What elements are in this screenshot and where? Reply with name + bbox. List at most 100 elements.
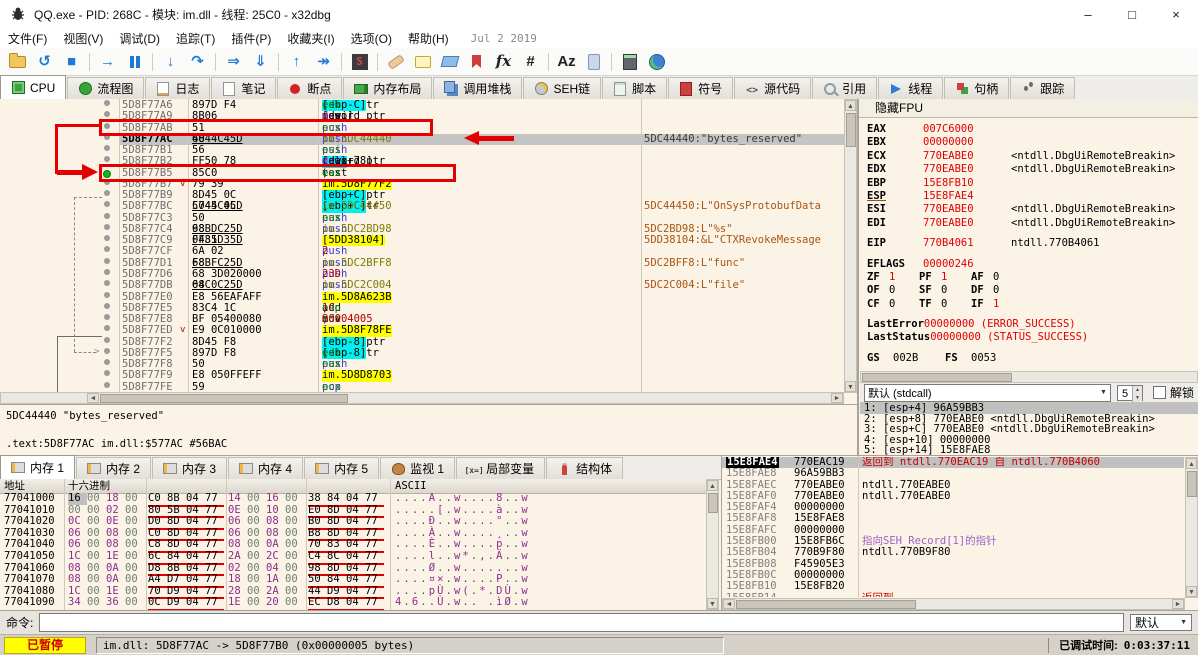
open-file-button[interactable] (5, 50, 30, 74)
tab-memdump-0[interactable]: 内存 1 (0, 455, 76, 479)
row-dot-icon[interactable] (104, 314, 110, 321)
animate-into-button[interactable]: ⇒ (221, 50, 246, 74)
tab-struct-7[interactable]: 结构体 (546, 457, 624, 479)
tab-memdump-1[interactable]: 内存 2 (76, 457, 152, 479)
animate-over-button[interactable]: ⇓ (248, 50, 273, 74)
argument-row[interactable]: 5: [esp+14] 15E8FAE8 (860, 445, 1198, 455)
menu-item[interactable]: 调试(D) (111, 28, 168, 49)
stack-row[interactable]: 15E8FB10 15E8FB20 (722, 580, 1184, 592)
register-row[interactable]: EFLAGS 00000246 (867, 258, 1191, 271)
step-over-button[interactable]: ↷ (185, 50, 210, 74)
register-row[interactable]: EIP 770B4061 ntdll.770B4061 (867, 237, 1191, 250)
disassembly-vscrollbar[interactable]: ▲ ▼ (844, 99, 857, 393)
calculator-button[interactable] (617, 50, 642, 74)
tab-notes[interactable]: 笔记 (211, 77, 277, 99)
tab-threads[interactable]: 线程 (878, 77, 944, 99)
tab-watch-5[interactable]: 监视 1 (380, 457, 456, 479)
tab-seh[interactable]: SEH链 (523, 77, 602, 99)
disasm-row[interactable]: 5D8F77DB 68 04C0C25D push im.5DC2C004 5DC2C… (0, 279, 844, 291)
registers-pane[interactable]: 隐藏FPU EAX 007C6000 EBX 00000000 ECX 770EABE0 <… (858, 99, 1198, 455)
tab-callstack[interactable]: 调用堆栈 (433, 77, 523, 99)
tab-trace[interactable]: 跟踪 (1010, 77, 1076, 99)
tab-memdump-2[interactable]: 内存 3 (152, 457, 228, 479)
row-dot-icon[interactable] (104, 291, 110, 298)
row-dot-icon[interactable] (104, 302, 110, 309)
menu-item[interactable]: 选项(O) (343, 28, 400, 49)
tab-memmap[interactable]: 内存布局 (343, 77, 433, 99)
stack-row[interactable]: 15E8FAF4 00000000 (722, 501, 1184, 513)
menu-item[interactable]: 追踪(T) (168, 28, 223, 49)
stack-row[interactable]: 15E8FAF8 15E8FAE8 (722, 513, 1184, 525)
maximize-button[interactable]: □ (1110, 0, 1154, 28)
run-button[interactable]: → (95, 50, 120, 74)
patch-button[interactable] (383, 50, 408, 74)
row-dot-icon[interactable] (104, 257, 110, 264)
calling-convention-select[interactable]: 默认 (stdcall) ▼ (864, 383, 1111, 402)
stack-row[interactable]: 15E8FB04 770B9F80 ntdll.770B9F80 (722, 547, 1184, 559)
minimize-button[interactable]: – (1066, 0, 1110, 28)
flags-row[interactable]: GS 002B FS 0053 (867, 352, 1191, 365)
stack-row[interactable]: 15E8FB14 返回到 (722, 592, 1184, 597)
step-into-button[interactable]: ↓ (158, 50, 183, 74)
dump-row[interactable]: 77041070 08 00 0A 00 A4 D7 04 77 18 00 1A 00 50 84 04 77… (0, 573, 706, 588)
command-input[interactable] (39, 613, 1124, 632)
row-dot-icon[interactable] (104, 325, 110, 332)
row-dot-icon[interactable] (104, 111, 110, 118)
flags-row[interactable]: OF 0 SF 0 DF 0 (867, 284, 1191, 297)
register-row[interactable]: EDX 770EABE0 <ntdll.DbgUiRemoteBreakin> (867, 163, 1191, 176)
disasm-row[interactable]: 5D8F77EDvE9 0C010000jmp im.5D8F78FE (0, 325, 844, 337)
row-dot-icon[interactable] (104, 280, 110, 287)
argument-row[interactable]: 1: [esp+4] 96A59BB3 (860, 403, 1198, 414)
stack-hscrollbar[interactable]: ◄ ► (722, 598, 1185, 610)
stop-button[interactable]: ■ (59, 50, 84, 74)
close-button[interactable]: × (1154, 0, 1198, 28)
menu-item[interactable]: 插件(P) (223, 28, 279, 49)
row-dot-icon[interactable] (104, 246, 110, 253)
pause-button[interactable] (122, 50, 147, 74)
argument-count-stepper[interactable]: 5 ▲ ▼ (1116, 384, 1143, 402)
bookmark-button[interactable] (464, 50, 489, 74)
hide-fpu-button[interactable]: 隐藏FPU (859, 99, 1198, 118)
row-dot-icon[interactable] (104, 156, 110, 163)
tab-symbols[interactable]: 符号 (668, 77, 734, 99)
row-dot-icon[interactable] (104, 381, 110, 388)
flags-row[interactable]: ZF 1 PF 1 AF 0 (867, 271, 1191, 284)
tab-script[interactable]: 脚本 (602, 77, 668, 99)
tab-cpu[interactable]: CPU (0, 75, 67, 99)
row-dot-icon[interactable] (104, 145, 110, 152)
command-profile-select[interactable]: 默认 ▼ (1130, 614, 1192, 631)
register-row[interactable]: LastError00000000 (ERROR_SUCCESS) (867, 318, 1191, 331)
tab-locals-6[interactable]: 局部变量 (456, 457, 546, 479)
disasm-row[interactable]: 5D8F77BCC745 0C 5044C45Dmov dword ptr ss… (0, 201, 844, 213)
execute-till-return-button[interactable]: ↑ (284, 50, 309, 74)
flags-row[interactable]: CF 0 TF 0 IF 1 (867, 298, 1191, 311)
stack-row[interactable]: 15E8FB08 F45905E3 (722, 558, 1184, 570)
tab-graph[interactable]: 流程图 (67, 77, 145, 99)
hash-button[interactable]: # (518, 50, 543, 74)
tab-source[interactable]: 源代码 (734, 77, 812, 99)
tab-memdump-3[interactable]: 内存 4 (228, 457, 304, 479)
registers-hscrollbar[interactable] (860, 371, 1198, 383)
row-dot-icon[interactable] (104, 212, 110, 219)
disasm-row[interactable]: 5D8F77F9E8 050FFEFFcall im.5D8D8703 (0, 370, 844, 382)
font-button[interactable]: Az (554, 50, 579, 74)
register-row[interactable]: EAX 007C6000 (867, 123, 1191, 136)
menu-item[interactable]: 帮助(H) (400, 28, 457, 49)
stack-row[interactable]: 15E8FB00 15E8FB6C 指向SEH_Record[1]的指针 (722, 535, 1184, 547)
stack-row[interactable]: 15E8FAEC 770EABE0 ntdll.770EABE0 (722, 479, 1184, 491)
row-dot-icon[interactable] (104, 347, 110, 354)
stack-vscrollbar[interactable]: ▲ ▼ (1185, 457, 1198, 598)
function-button[interactable]: fx (491, 50, 516, 74)
scylla-button[interactable]: S (347, 50, 372, 74)
run-to-user-code-button[interactable]: ↠ (311, 50, 336, 74)
menu-item[interactable]: 文件(F) (0, 28, 55, 49)
row-dot-icon[interactable] (104, 370, 110, 377)
tab-breakpoint[interactable]: 断点 (277, 77, 343, 99)
label-button[interactable] (437, 50, 462, 74)
register-row[interactable]: EDI 770EABE0 <ntdll.DbgUiRemoteBreakin> (867, 217, 1191, 230)
row-dot-icon[interactable] (104, 359, 110, 366)
row-dot-icon[interactable] (104, 223, 110, 230)
stack-pane[interactable]: 15E8FAE4 770EAC19 返回到 ntdll.770EAC19 自 ntd… (722, 455, 1198, 610)
register-row[interactable]: EBP 15E8FB10 (867, 177, 1191, 190)
row-dot-icon[interactable] (104, 190, 110, 197)
